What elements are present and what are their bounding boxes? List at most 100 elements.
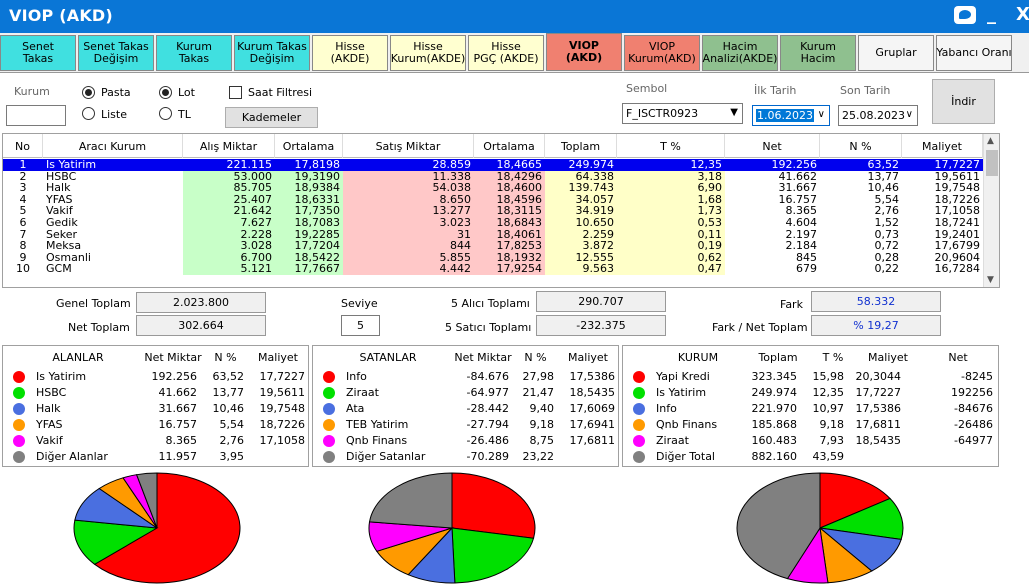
tab-1[interactable]: Senet Takas Değişim — [78, 35, 154, 71]
orange-dot-icon — [633, 419, 645, 431]
orange-dot-icon — [13, 419, 25, 431]
table-cell: 18,1932 — [474, 251, 545, 264]
cell-maliyet: 17,7227 — [855, 386, 902, 399]
table-row[interactable]: 4 YFAS 25.407 18,6331 8.650 18,4596 34.057 1,68… — [3, 193, 983, 206]
list-item[interactable]: HSBC 41.662 13,77 19,5611 — [3, 385, 308, 401]
table-row[interactable]: 7 Seker 2.228 19,2285 31 18,4061 2.259 0,11 2.19… — [3, 228, 983, 241]
tab-9[interactable]: Hacim Analizi(AKDE) — [702, 35, 778, 71]
cell-t: 10,97 — [812, 402, 845, 415]
table-cell: 5 — [19, 205, 27, 217]
column-header[interactable]: Aracı Kurum — [43, 134, 183, 158]
table-row[interactable]: 5 Vakif 21.642 17,7350 13.277 18,3115 34.919 1,… — [3, 205, 983, 217]
cell-name: Yapi Kredi — [656, 370, 710, 383]
column-header[interactable]: T % — [617, 134, 725, 158]
table-cell: 2.197 — [785, 228, 818, 241]
tab-0[interactable]: Senet Takas — [0, 35, 76, 71]
saat-filtresi-checkbox[interactable] — [229, 86, 242, 99]
tab-2[interactable]: Kurum Takas — [156, 35, 232, 71]
column-header[interactable]: No — [3, 134, 43, 158]
satici-toplami-value: -232.375 — [536, 315, 666, 336]
table-cell: 31 — [343, 228, 474, 241]
column-header[interactable]: Toplam — [545, 134, 617, 158]
liste-radio[interactable] — [82, 107, 95, 120]
list-item[interactable]: Yapi Kredi 323.345 15,98 20,3044 -8245 — [623, 369, 998, 385]
cell-net: -8245 — [961, 370, 993, 383]
tab-5[interactable]: Hisse Kurum(AKDE) — [390, 35, 466, 71]
cell-net: 192256 — [951, 386, 993, 399]
column-header[interactable]: Maliyet — [902, 134, 983, 158]
twitter-icon[interactable] — [954, 6, 976, 24]
list-item[interactable]: TEB Yatirim -27.794 9,18 17,6941 — [313, 417, 618, 433]
tab-3[interactable]: Kurum Takas Değişim — [234, 35, 310, 71]
table-scrollbar[interactable]: ▲ ▼ — [983, 134, 999, 287]
list-item[interactable]: Diğer Alanlar 11.957 3,95 — [3, 449, 308, 465]
list-item[interactable]: Ziraat 160.483 7,93 18,5435 -64977 — [623, 433, 998, 449]
list-item[interactable]: Info 221.970 10,97 17,5386 -84676 — [623, 401, 998, 417]
cell-toplam: 249.974 — [751, 386, 798, 399]
table-cell: 16.757 — [778, 193, 818, 206]
tab-12[interactable]: Yabancı Oranı — [936, 35, 1012, 71]
scroll-up-icon[interactable]: ▲ — [987, 136, 994, 146]
list-item[interactable]: Ata -28.442 9,40 17,6069 — [313, 401, 618, 417]
tab-6[interactable]: Hisse PGÇ (AKDE) — [468, 35, 544, 71]
cell-name: Qnb Finans — [656, 418, 718, 431]
kademeler-button[interactable]: Kademeler — [225, 107, 318, 128]
list-item[interactable]: Qnb Finans -26.486 8,75 17,6811 — [313, 433, 618, 449]
cell-toplam: 185.868 — [751, 418, 798, 431]
list-item[interactable]: Diğer Satanlar -70.289 23,22 — [313, 449, 618, 465]
list-item[interactable]: Vakif 8.365 2,76 17,1058 — [3, 433, 308, 449]
tab-7[interactable]: VIOP (AKD) — [546, 33, 622, 71]
column-header[interactable]: Ortalama — [474, 134, 545, 158]
sembol-select[interactable]: F_ISCTR0923 ▼ — [622, 103, 743, 124]
minimize-button[interactable]: _ — [987, 4, 996, 25]
chevron-down-icon: ▼ — [730, 107, 738, 118]
list-item[interactable]: YFAS 16.757 5,54 18,7226 — [3, 417, 308, 433]
cell-net: 41.662 — [158, 386, 198, 399]
list-item[interactable]: Info -84.676 27,98 17,5386 — [313, 369, 618, 385]
table-row[interactable]: 3 Halk 85.705 18,9384 54.038 18,4600 139.743 6,… — [3, 182, 983, 194]
table-cell: 17,9254 — [474, 263, 545, 275]
table-row[interactable]: 6 Gedik 7.627 18,7083 3.023 18,6843 10.650 0,53… — [3, 217, 983, 229]
column-header[interactable]: Ortalama — [275, 134, 343, 158]
column-header[interactable]: Alış Miktar — [183, 134, 275, 158]
list-item[interactable]: Is Yatirim 249.974 12,35 17,7227 192256 — [623, 385, 998, 401]
son-tarih-picker[interactable]: 25.08.2023 ∨ — [838, 105, 918, 126]
tl-radio[interactable] — [159, 107, 172, 120]
table-row[interactable]: 10 GCM 5.121 17,7667 4.442 17,9254 9.563 0,47 67… — [3, 263, 983, 275]
table-cell: 0,53 — [617, 217, 725, 229]
orange-dot-icon — [323, 419, 335, 431]
lot-radio[interactable] — [159, 86, 172, 99]
column-header[interactable]: N % — [820, 134, 902, 158]
kurum-input[interactable] — [6, 105, 66, 126]
list-item[interactable]: Is Yatirim 192.256 63,52 17,7227 — [3, 369, 308, 385]
list-item[interactable]: Ziraat -64.977 21,47 18,5435 — [313, 385, 618, 401]
list-item[interactable]: Halk 31.667 10,46 19,7548 — [3, 401, 308, 417]
table-row[interactable]: 2 HSBC 53.000 19,3190 11.338 18,4296 64.338 3,1… — [3, 170, 983, 183]
indir-button[interactable]: İndir — [932, 79, 995, 124]
scroll-thumb[interactable] — [986, 150, 998, 176]
table-row[interactable]: 8 Meksa 3.028 17,7204 844 17,8253 3.872 0,19 2.1… — [3, 240, 983, 252]
cell-name: Vakif — [36, 434, 63, 447]
pie-slice-gray — [368, 472, 453, 529]
list-item[interactable]: Diğer Total 882.160 43,59 — [623, 449, 998, 465]
column-header[interactable]: Satış Miktar — [343, 134, 474, 158]
table-cell: 17,7204 — [275, 240, 343, 252]
close-button[interactable]: X — [1016, 4, 1029, 25]
tab-4[interactable]: Hisse (AKDE) — [312, 35, 388, 71]
pasta-radio[interactable] — [82, 86, 95, 99]
tab-11[interactable]: Gruplar — [858, 35, 934, 71]
tab-label: Hisse PGÇ (AKDE) — [473, 40, 539, 65]
table-row[interactable]: 1 Is Yatirim 221.115 17,8198 28.859 18,4665 24… — [3, 159, 983, 171]
tab-10[interactable]: Kurum Hacim — [780, 35, 856, 71]
cell-net: -84.676 — [466, 370, 509, 383]
list-item[interactable]: Qnb Finans 185.868 9,18 17,6811 -26486 — [623, 417, 998, 433]
tab-8[interactable]: VIOP Kurum(AKD) — [624, 35, 700, 71]
cell-net: -64.977 — [466, 386, 509, 399]
ilk-tarih-picker[interactable]: 1.06.2023 ∨ — [752, 105, 830, 126]
seviye-input[interactable]: 5 — [341, 315, 380, 336]
table-row[interactable]: 9 Osmanli 6.700 18,5422 5.855 18,1932 12.555 0,… — [3, 251, 983, 264]
table-cell: 18,5422 — [275, 251, 343, 264]
scroll-down-icon[interactable]: ▼ — [987, 275, 994, 285]
tab-label: Gruplar — [875, 46, 917, 59]
column-header[interactable]: Net — [725, 134, 820, 158]
